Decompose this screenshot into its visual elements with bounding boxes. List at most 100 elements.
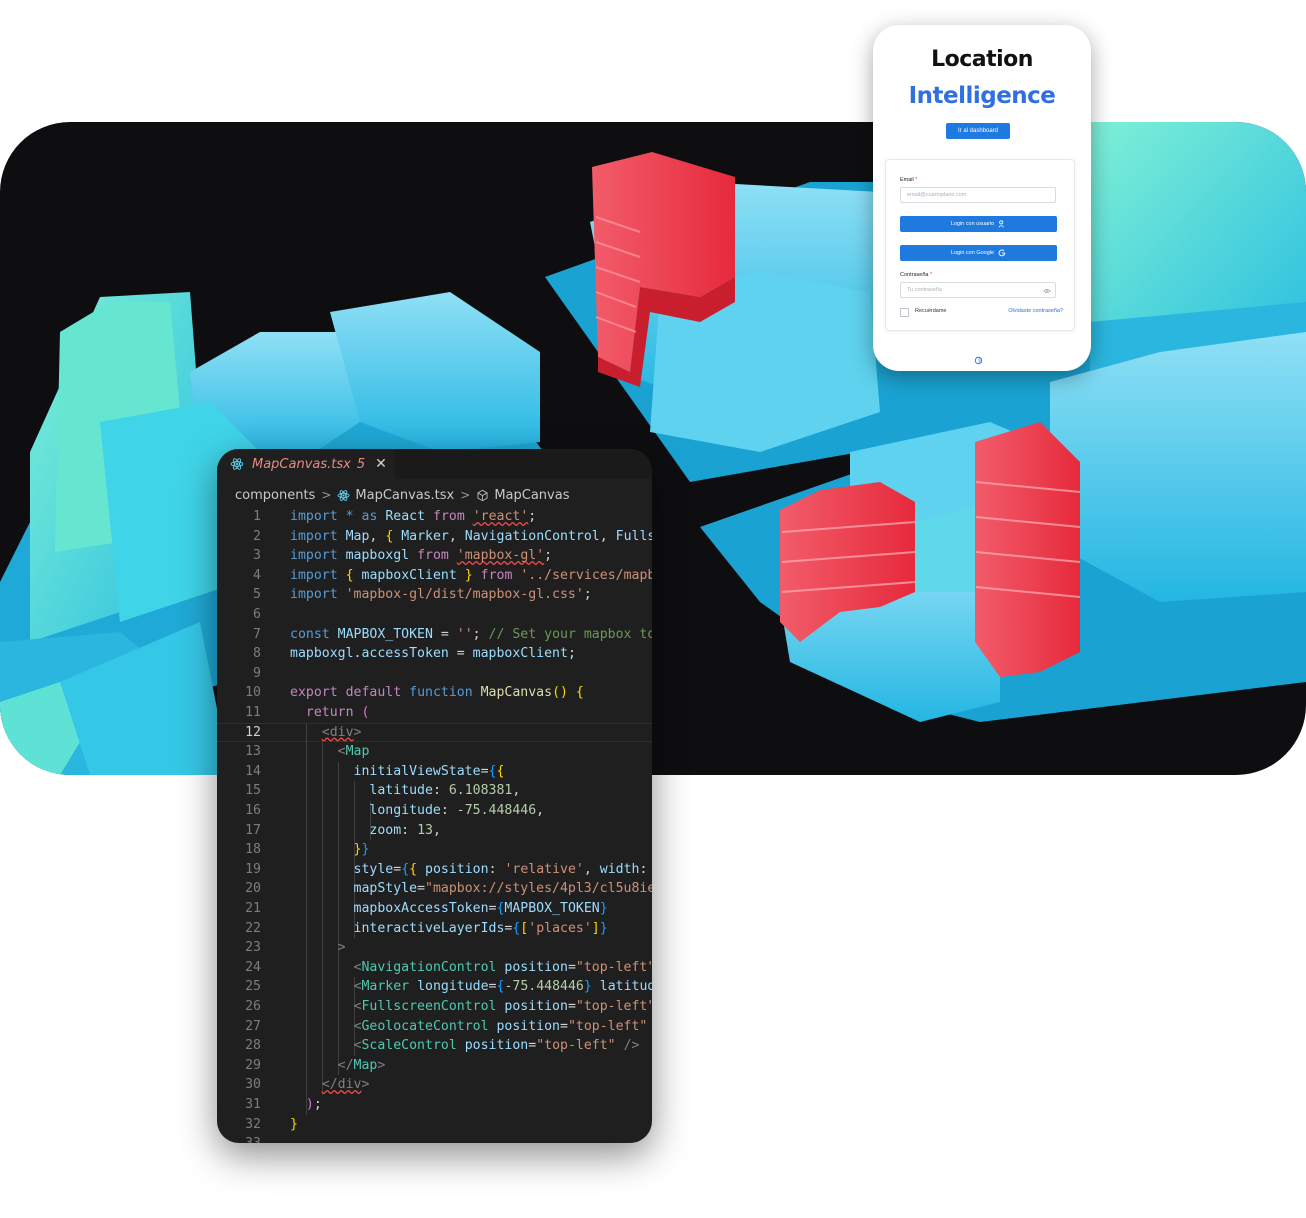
line-source: import 'mapbox-gl/dist/mapbox-gl.css';: [290, 585, 592, 605]
line-source: <FullscreenControl position="top-left": [290, 997, 652, 1017]
line-source: const MAPBOX_TOKEN = ''; // Set your map…: [290, 625, 652, 645]
code-token: initialViewState: [353, 763, 481, 779]
code-token: NavigationControl: [464, 528, 600, 544]
code-token: =: [393, 861, 402, 877]
breadcrumb-symbol[interactable]: MapCanvas: [494, 488, 569, 503]
line-source: import * as React from 'react';: [290, 507, 536, 527]
code-token: mapboxAccessToken: [353, 901, 489, 916]
eye-icon[interactable]: [1043, 288, 1051, 294]
code-token: 'mapbox-gl': [456, 548, 545, 564]
line-source: );: [290, 1095, 322, 1115]
email-field[interactable]: email@cuartoplano.com: [900, 187, 1056, 203]
code-token: =: [417, 881, 426, 897]
code-token: function: [409, 685, 473, 701]
code-token: position: [504, 999, 568, 1014]
code-token: MAPBOX_TOKEN: [337, 626, 433, 642]
code-token: ,: [448, 528, 465, 544]
line-number: 15: [245, 783, 261, 799]
tab-close-icon[interactable]: ✕: [375, 456, 387, 472]
line-source: import mapboxgl from 'mapbox-gl';: [290, 546, 552, 566]
code-line: 19 style={{ position: 'relative', width:: [217, 860, 652, 880]
line-source: initialViewState={{: [290, 762, 505, 782]
code-line: 1 import * as React from 'react';: [217, 507, 652, 527]
line-source: zoom: 13,: [290, 821, 441, 841]
line-number: 22: [245, 920, 261, 936]
code-token: import: [290, 528, 338, 544]
code-line: 28 <ScaleControl position="top-left" />: [217, 1036, 652, 1056]
code-token: "top-left": [567, 1018, 648, 1034]
breadcrumb: components > MapCanvas.tsx > MapCanvas: [235, 485, 569, 505]
code-line: 26 <FullscreenControl position="top-left…: [217, 997, 652, 1017]
line-source: return (: [290, 703, 370, 723]
code-token: ,: [432, 822, 441, 838]
tab-problem-count: 5: [356, 456, 366, 472]
line-number: 23: [245, 940, 261, 956]
line-number: 27: [245, 1018, 261, 1034]
code-token: =: [432, 626, 457, 642]
line-number: 30: [245, 1077, 261, 1093]
code-line: 30 </div>: [217, 1075, 652, 1095]
line-number: 32: [245, 1116, 261, 1132]
brand-title-location: Location: [931, 47, 1033, 72]
line-number: 10: [245, 685, 261, 701]
code-token: as: [361, 509, 378, 524]
editor-tab-bar: MapCanvas.tsx 5 ✕: [217, 449, 652, 479]
code-line: 12 <div>: [217, 723, 652, 743]
code-line: 33: [217, 1134, 652, 1143]
login-google-button[interactable]: Login con Google: [900, 245, 1057, 261]
code-line: 32}: [217, 1115, 652, 1135]
tab-mapcanvas[interactable]: MapCanvas.tsx 5 ✕: [217, 449, 395, 479]
code-token: :: [488, 861, 505, 877]
code-token: Marker: [401, 528, 449, 544]
breadcrumb-file[interactable]: MapCanvas.tsx: [355, 488, 454, 503]
remember-checkbox[interactable]: [900, 308, 909, 317]
code-token: position: [425, 861, 489, 877]
password-placeholder: Tu contraseña: [907, 287, 942, 293]
login-form: Email * email@cuartoplano.com Login con …: [885, 159, 1075, 331]
password-field[interactable]: Tu contraseña: [900, 282, 1056, 298]
forgot-password-link[interactable]: Olvidaste contraseña?: [1008, 308, 1063, 314]
code-token: Map: [345, 528, 370, 544]
password-required-mark: *: [929, 272, 933, 278]
code-line: 16 longitude: -75.448446,: [217, 801, 652, 821]
code-token: zoom: [369, 822, 402, 838]
line-number: 1: [253, 509, 261, 524]
line-number: 24: [245, 959, 261, 975]
code-token: mapboxClient: [361, 567, 457, 583]
code-token: *: [345, 509, 354, 524]
line-source: </Map>: [290, 1056, 386, 1076]
code-token: from: [480, 567, 513, 583]
line-source: <Map: [290, 742, 370, 762]
google-icon: [998, 249, 1006, 257]
code-token: from: [433, 509, 465, 524]
theme-toggle-icon[interactable]: [974, 356, 983, 365]
map-3d-view[interactable]: [0, 122, 1306, 775]
line-source: >: [290, 938, 346, 958]
code-token: :: [401, 822, 418, 838]
line-source: <GeolocateControl position="top-left": [290, 1017, 648, 1037]
breadcrumb-folder[interactable]: components: [235, 488, 315, 503]
code-line: 22 interactiveLayerIds={['places']}: [217, 919, 652, 939]
dashboard-button[interactable]: Ir al dashboard: [946, 123, 1010, 139]
code-token: latitude: [369, 783, 433, 799]
code-token: interactiveLayerIds: [353, 920, 505, 936]
code-token: latitud: [599, 979, 652, 995]
login-user-button[interactable]: Login con usuario: [900, 216, 1057, 232]
code-token: {: [575, 685, 584, 701]
code-token: NavigationControl: [361, 959, 497, 975]
password-label-text: Contraseña: [900, 272, 929, 278]
code-token: "top-left": [536, 1038, 616, 1054]
